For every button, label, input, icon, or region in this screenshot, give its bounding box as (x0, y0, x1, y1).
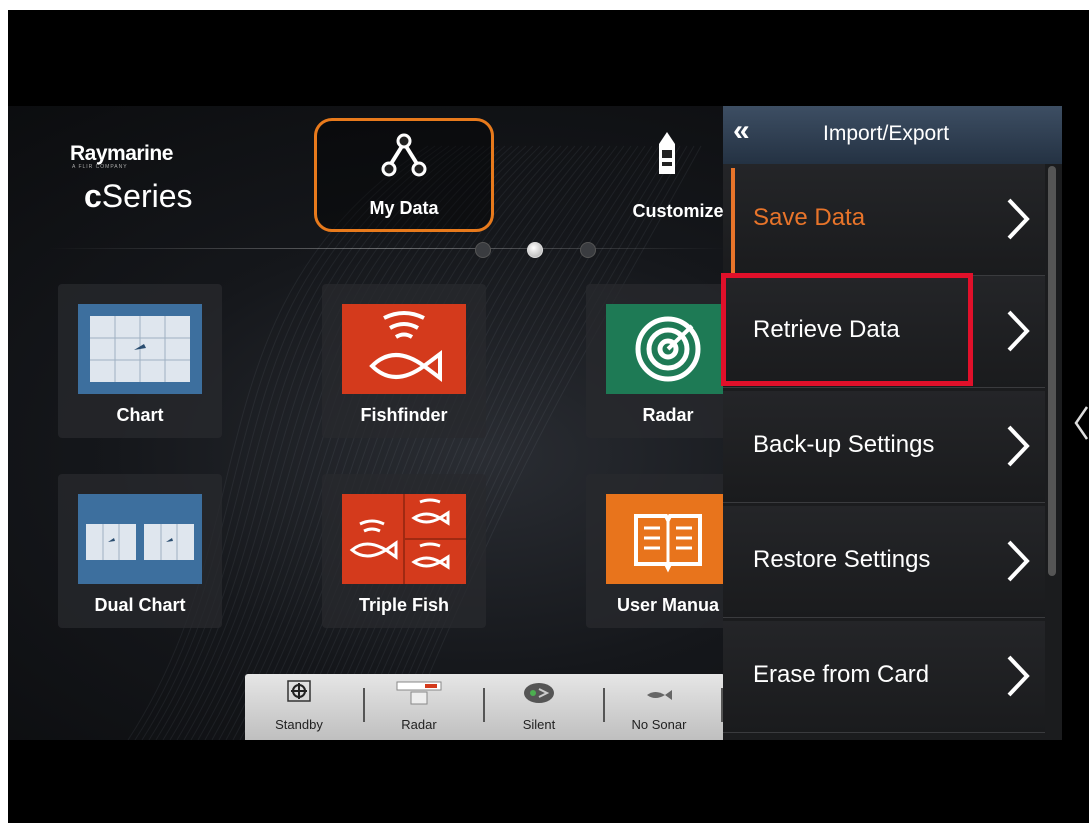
app-fishfinder[interactable]: Fishfinder (322, 284, 486, 438)
chevron-right-icon (1007, 198, 1030, 240)
series-prefix: c (84, 178, 102, 214)
app-label: Fishfinder (360, 405, 448, 425)
chevron-right-icon (1007, 425, 1030, 467)
menu-item-label: Restore Settings (753, 546, 931, 573)
status-standby[interactable]: Standby (249, 678, 349, 738)
app-label: Chart (116, 405, 164, 425)
status-label: Radar (401, 717, 437, 732)
status-bar: Standby Radar Silent No Sonar (245, 674, 725, 740)
app-dual-chart[interactable]: Dual Chart (58, 474, 222, 628)
series-logo: cSeries (84, 178, 193, 215)
status-label: Standby (275, 717, 323, 732)
panel-title: Import/Export (823, 122, 950, 145)
app-chart[interactable]: Chart (58, 284, 222, 438)
page-dot-1[interactable] (475, 242, 491, 258)
menu-item-save-data[interactable]: Save Data (723, 164, 1045, 276)
dual-chart-icon (78, 494, 202, 584)
logo-tagline: A FLIR COMPANY (72, 164, 128, 170)
menu-item-restore-settings[interactable]: Restore Settings (723, 506, 1045, 618)
menu-item-backup-settings[interactable]: Back-up Settings (723, 391, 1045, 503)
selection-indicator (731, 168, 735, 274)
menu-item-label: Erase from Card (753, 661, 930, 688)
annotation-highlight-box (721, 273, 973, 386)
chevron-right-icon (1007, 310, 1030, 352)
sonar-fish-icon (647, 690, 672, 700)
user-manual-icon (606, 494, 730, 584)
my-data-button[interactable]: My Data (314, 118, 494, 232)
display-frame: Raymarine A FLIR COMPANY cSeries My Data… (8, 10, 1089, 823)
status-divider (603, 688, 605, 722)
status-label: Silent (522, 717, 556, 732)
raymarine-logo: Raymarine (70, 142, 173, 165)
triple-fish-icon (342, 494, 466, 584)
menu-item-label: Back-up Settings (753, 431, 935, 458)
app-label: Dual Chart (94, 595, 186, 615)
app-triple-fish[interactable]: Triple Fish (322, 474, 486, 628)
chevron-left-icon[interactable] (1073, 405, 1089, 441)
waypoint-route-icon (381, 133, 427, 177)
page-dot-2[interactable] (527, 242, 543, 258)
status-divider (363, 688, 365, 722)
import-export-panel: « Import/Export Save Data Retrieve Data … (723, 106, 1062, 740)
status-no-sonar[interactable]: No Sonar (609, 678, 709, 738)
fishfinder-icon (342, 304, 466, 394)
menu-item-erase-from-card[interactable]: Erase from Card (723, 621, 1045, 733)
panel-scrollbar[interactable] (1048, 166, 1056, 576)
series-name: Series (101, 178, 193, 214)
radar-icon (606, 304, 730, 394)
double-chevron-left-icon[interactable]: « (733, 116, 750, 146)
header-divider (48, 248, 728, 249)
boat-icon (659, 132, 675, 174)
status-radar[interactable]: Radar (369, 678, 469, 738)
my-data-label: My Data (369, 198, 439, 218)
panel-header: « Import/Export (723, 106, 1062, 164)
menu-item-label: Save Data (753, 204, 866, 231)
app-label: Triple Fish (358, 595, 450, 615)
page-dot-3[interactable] (580, 242, 596, 258)
radar-scanner-icon (396, 681, 442, 705)
chart-icon (78, 304, 202, 394)
status-label: No Sonar (631, 717, 687, 732)
autopilot-icon (287, 680, 311, 702)
status-divider (483, 688, 485, 722)
chevron-right-icon (1007, 540, 1030, 582)
chevron-right-icon (1007, 655, 1030, 697)
ais-silent-icon (524, 683, 554, 703)
status-silent[interactable]: Silent (489, 678, 589, 738)
